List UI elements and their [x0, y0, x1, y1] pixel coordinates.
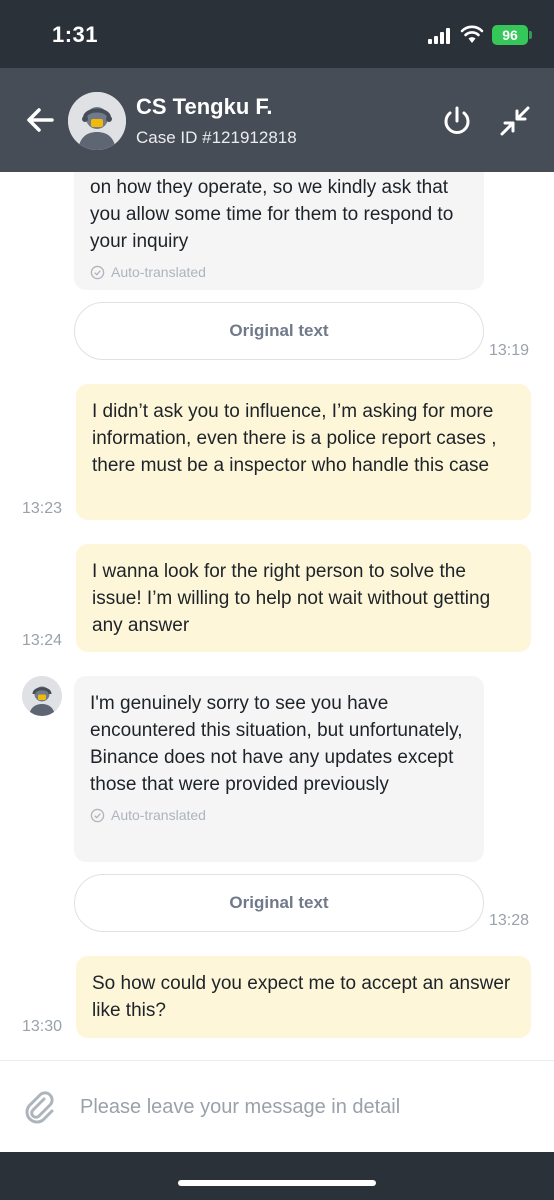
- message-text: I wanna look for the right person to sol…: [92, 561, 491, 636]
- status-time: 1:31: [52, 22, 99, 47]
- chat-header: CS Tengku F. Case ID #121912818: [0, 68, 554, 172]
- message-text: on how they operate, so we kindly ask th…: [90, 177, 454, 252]
- check-circle-icon: [90, 808, 105, 823]
- back-arrow-icon[interactable]: [22, 102, 58, 138]
- auto-translated-label: Auto-translated: [90, 259, 468, 286]
- paperclip-icon[interactable]: [24, 1091, 56, 1125]
- message-timestamp: 13:19: [489, 342, 530, 359]
- agent-message-bubble: on how they operate, so we kindly ask th…: [74, 172, 484, 290]
- message-text: I'm genuinely sorry to see you have enco…: [90, 693, 463, 795]
- status-bar: 1:31 96: [0, 0, 554, 68]
- message-text: So how could you expect me to accept an …: [92, 973, 511, 1021]
- message-input-bar: [0, 1060, 554, 1152]
- battery-indicator: 96: [492, 25, 532, 45]
- message-timestamp: 13:24: [22, 632, 63, 649]
- user-message-bubble: I didn’t ask you to influence, I’m askin…: [76, 384, 531, 520]
- original-text-button[interactable]: Original text: [74, 874, 484, 932]
- power-icon[interactable]: [440, 104, 474, 138]
- message-list[interactable]: on how they operate, so we kindly ask th…: [0, 172, 554, 1060]
- check-circle-icon: [90, 265, 105, 280]
- agent-message-bubble: I'm genuinely sorry to see you have enco…: [74, 676, 484, 862]
- agent-avatar: [68, 92, 126, 150]
- auto-translated-label: Auto-translated: [90, 802, 468, 829]
- agent-name: CS Tengku F.: [136, 94, 273, 119]
- home-indicator[interactable]: [178, 1180, 376, 1186]
- user-message-bubble: So how could you expect me to accept an …: [76, 956, 531, 1038]
- original-text-button[interactable]: Original text: [74, 302, 484, 360]
- message-input[interactable]: [80, 1087, 530, 1127]
- minimize-icon[interactable]: [498, 104, 532, 138]
- agent-avatar-small: [22, 676, 62, 716]
- message-timestamp: 13:23: [22, 500, 63, 517]
- wifi-icon: [460, 25, 484, 43]
- signal-icon: [428, 28, 454, 44]
- message-timestamp: 13:30: [22, 1018, 63, 1035]
- home-indicator-area: [0, 1152, 554, 1200]
- message-text: I didn’t ask you to influence, I’m askin…: [92, 401, 497, 476]
- case-id: Case ID #121912818: [136, 128, 297, 147]
- message-timestamp: 13:28: [489, 912, 530, 929]
- user-message-bubble: I wanna look for the right person to sol…: [76, 544, 531, 652]
